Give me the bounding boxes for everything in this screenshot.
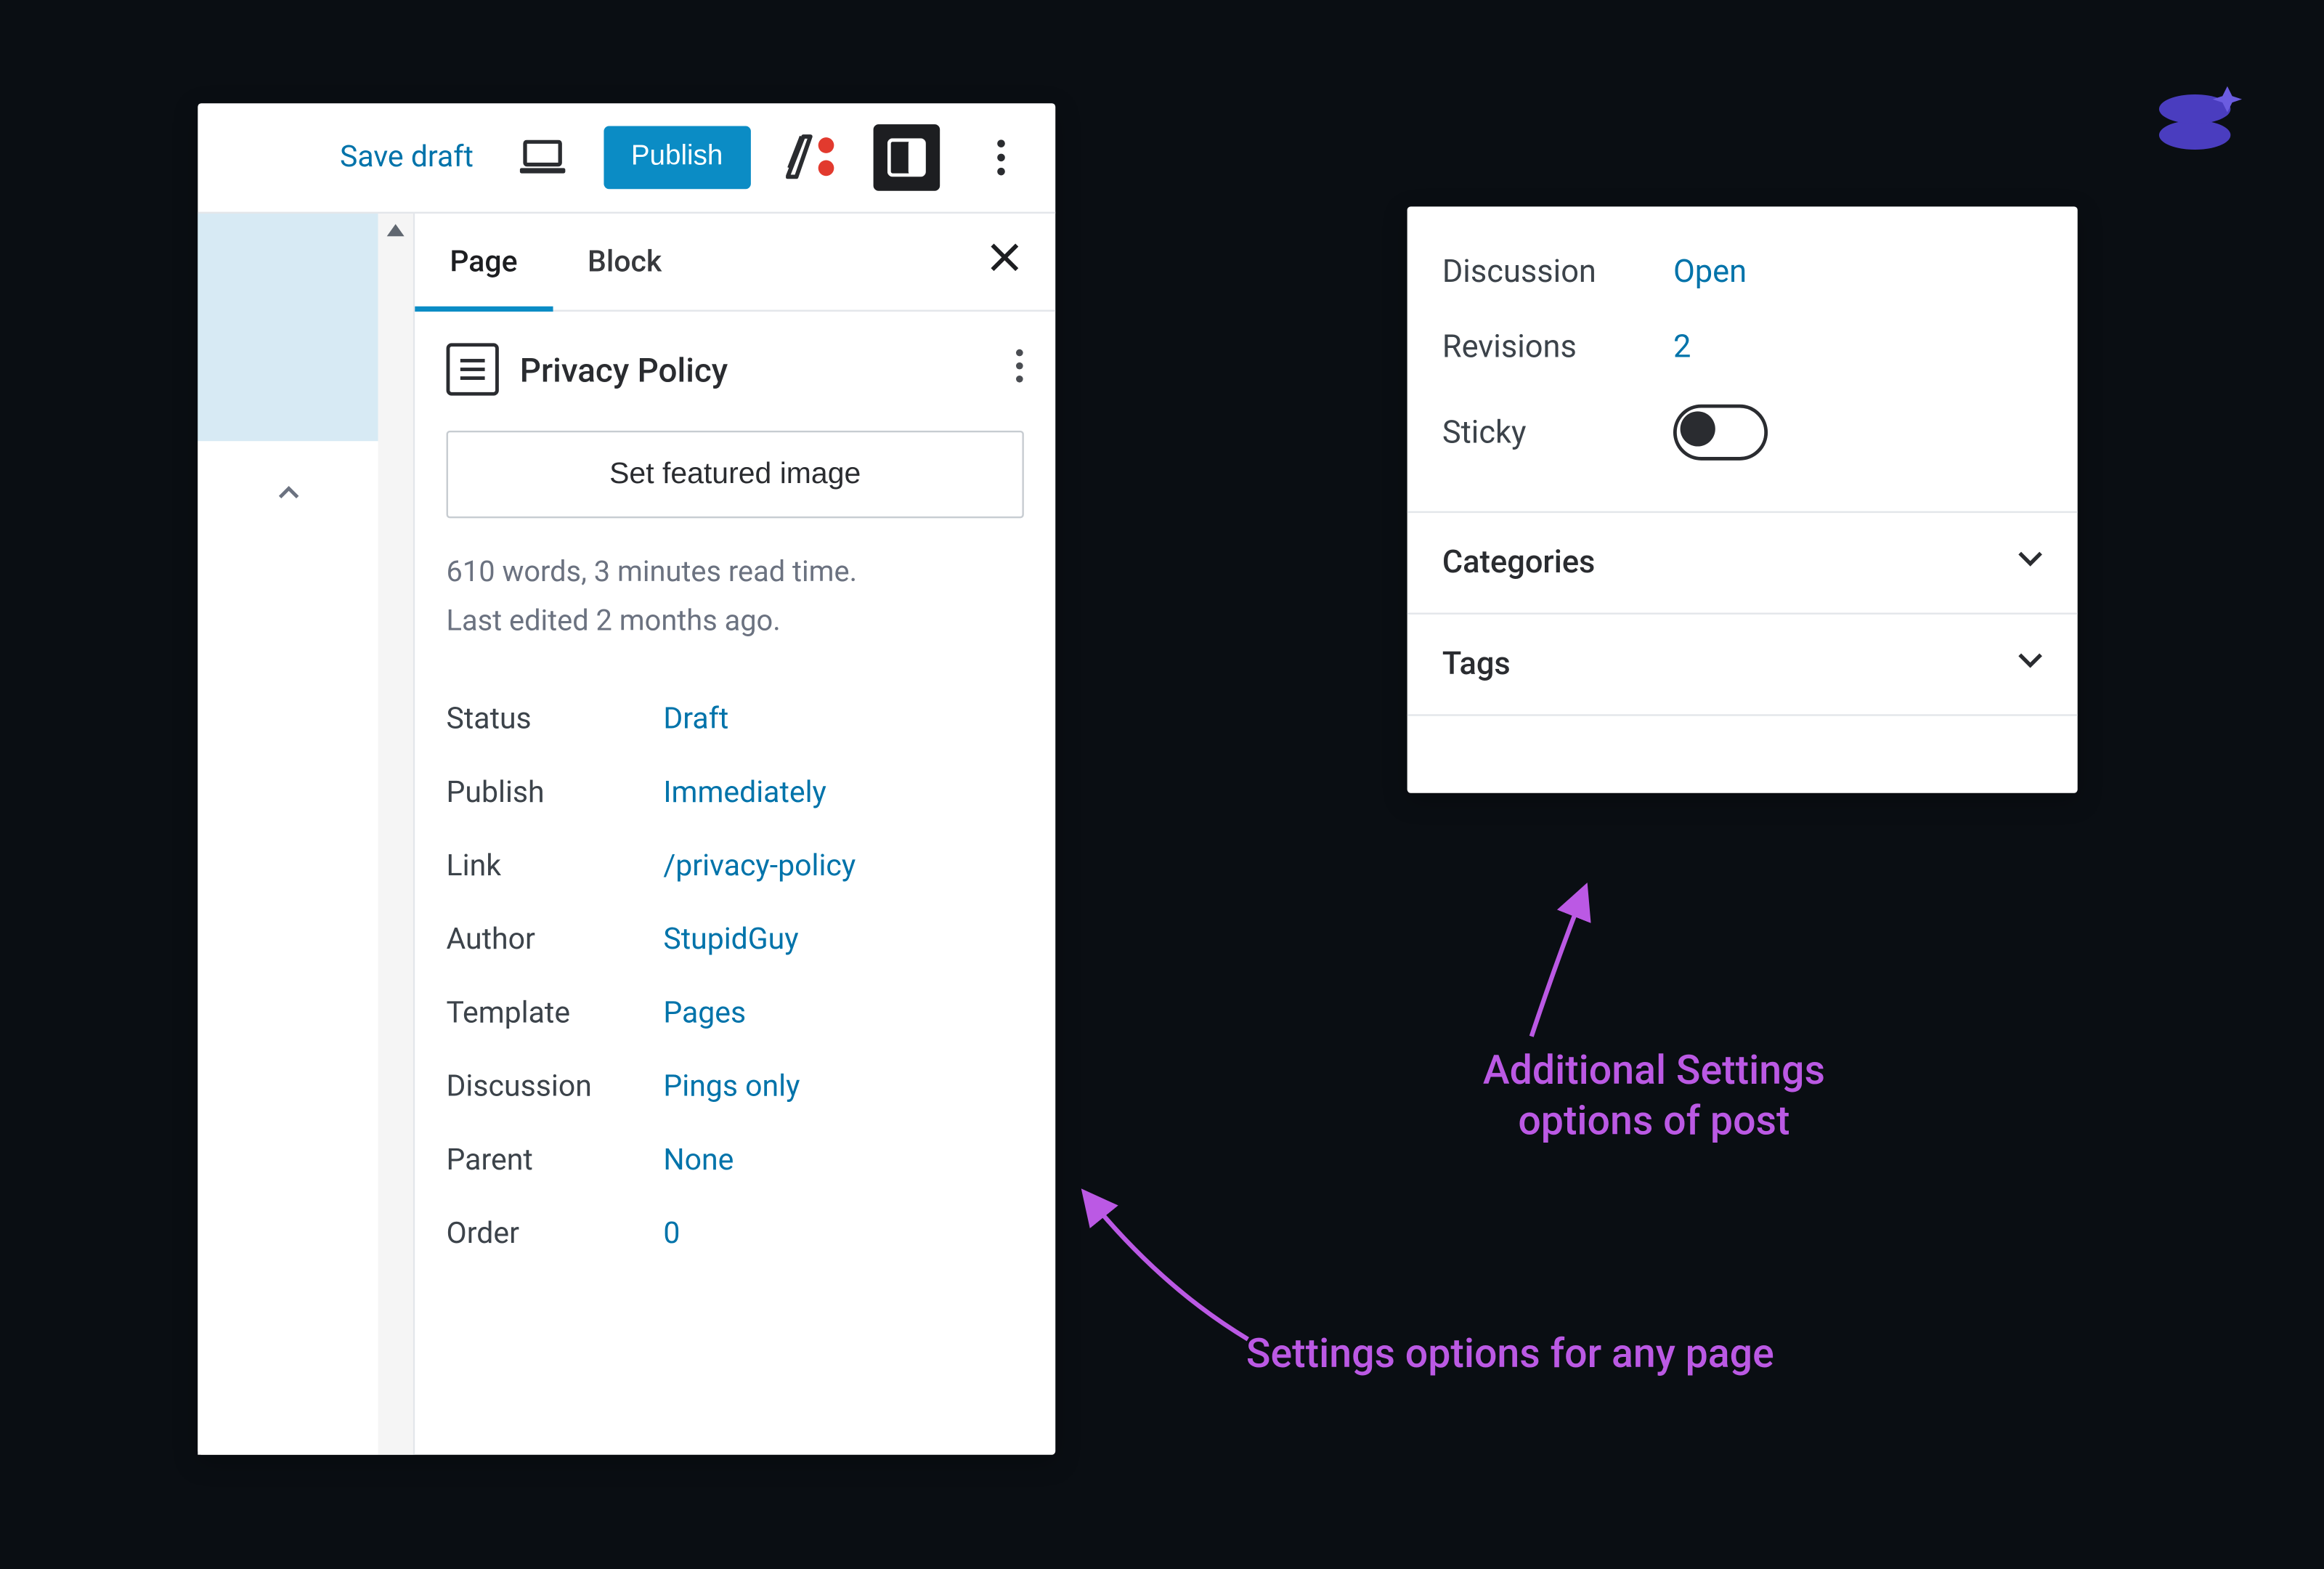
yoast-icon[interactable] [779,124,845,191]
author-label: Author [447,923,664,957]
brand-logo [2146,70,2244,161]
publish-label: Publish [447,776,664,811]
scroll-up-icon[interactable] [387,219,405,241]
save-draft-link[interactable]: Save draft [340,140,474,175]
close-sidebar-icon[interactable] [982,233,1028,291]
publish-value[interactable]: Immediately [663,776,826,811]
tags-label: Tags [1442,646,1511,683]
editor-topbar: Save draft Publish [198,103,1055,214]
kebab-menu-icon[interactable] [968,124,1035,191]
post-extras-panel: Discussion Open Revisions 2 Sticky Categ… [1407,206,2078,792]
chevron-down-icon [2018,652,2043,677]
canvas-gutter [198,214,378,1455]
settings-panel-icon[interactable] [874,124,940,191]
sticky-toggle[interactable] [1673,405,1768,461]
revisions-label: Revisions [1442,329,1673,366]
editor-window: Save draft Publish [198,103,1055,1455]
page-options-icon[interactable] [1015,347,1024,391]
revisions-value[interactable]: 2 [1673,329,1691,366]
annotation-line-2: options of post [1452,1097,1855,1147]
last-edited-text: Last edited 2 months ago. [447,599,1024,648]
link-label: Link [447,849,664,884]
tab-page[interactable]: Page [415,214,553,310]
status-label: Status [447,702,664,737]
set-featured-image-button[interactable]: Set featured image [447,431,1024,519]
author-value[interactable]: StupidGuy [663,923,798,957]
canvas-strip[interactable] [198,214,378,441]
chevron-down-icon [2018,551,2043,575]
tab-block[interactable]: Block [553,214,697,310]
template-label: Template [447,997,664,1031]
page-type-icon [447,343,499,395]
settings-sidebar: Page Block Privacy Policy [413,214,1055,1455]
word-count-text: 610 words, 3 minutes read time. [447,550,1024,599]
discussion-label: Discussion [447,1070,664,1105]
order-value[interactable]: 0 [663,1217,680,1252]
page-title: Privacy Policy [520,349,994,389]
publish-button[interactable]: Publish [603,126,751,190]
annotation-page-settings: Settings options for any page [1246,1331,1859,1381]
status-value[interactable]: Draft [663,702,728,737]
sticky-label: Sticky [1442,414,1673,451]
categories-accordion[interactable]: Categories [1407,511,2078,613]
collapse-up-icon[interactable] [277,479,298,504]
post-discussion-label: Discussion [1442,254,1673,291]
annotation-line-1: Additional Settings [1452,1047,1855,1097]
sidebar-tabs: Page Block [415,214,1055,312]
tags-accordion[interactable]: Tags [1407,613,2078,716]
order-label: Order [447,1217,664,1252]
scrollbar-track[interactable] [378,214,413,1455]
template-value[interactable]: Pages [663,997,746,1031]
annotation-post-settings: Additional Settings options of post [1452,1047,1855,1148]
discussion-value[interactable]: Pings only [663,1070,800,1105]
preview-icon[interactable] [508,124,575,191]
parent-label: Parent [447,1143,664,1178]
post-discussion-value[interactable]: Open [1673,254,1747,291]
page-meta-text: 610 words, 3 minutes read time. Last edi… [447,550,1024,648]
categories-label: Categories [1442,545,1596,582]
parent-value[interactable]: None [663,1143,734,1178]
annotation-arrow-post [1488,870,1663,1045]
link-value[interactable]: /privacy-policy [663,849,856,884]
canvas-below [198,441,378,1454]
